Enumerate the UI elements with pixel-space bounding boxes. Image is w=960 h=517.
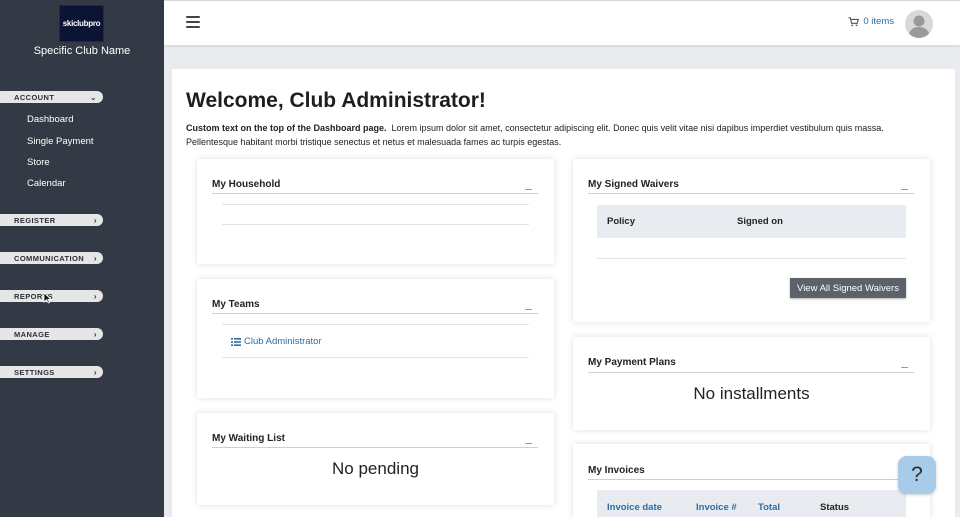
divider: [212, 447, 538, 448]
card-signed-waivers: My Signed Waivers _ Policy Signed on Vie…: [573, 159, 930, 322]
intro-text: Custom text on the top of the Dashboard …: [186, 121, 921, 149]
column-header-total[interactable]: Total: [758, 502, 780, 513]
divider: [222, 224, 529, 225]
column-header-status[interactable]: Status: [820, 502, 849, 513]
chevron-right-icon: ›: [93, 291, 97, 301]
card-payment-plans: My Payment Plans _ No installments: [573, 337, 930, 430]
logo-wordmark: skiclubpro: [62, 19, 101, 28]
card-title: My Teams: [212, 299, 260, 310]
waivers-table-header: Policy Signed on: [597, 205, 906, 238]
shopping-cart-icon: [848, 16, 860, 26]
menu-communication[interactable]: COMMUNICATION ›: [0, 252, 103, 264]
menu-communication-label: COMMUNICATION: [14, 253, 85, 263]
chevron-right-icon: ›: [93, 367, 97, 377]
card-title: My Payment Plans: [588, 357, 676, 368]
sidebar-item-dashboard[interactable]: Dashboard: [27, 114, 73, 125]
page-title: Welcome, Club Administrator!: [186, 89, 486, 112]
list-icon: [231, 337, 241, 346]
divider: [222, 357, 529, 358]
menu-settings[interactable]: SETTINGS ›: [0, 366, 103, 378]
column-header-invoice-date[interactable]: Invoice date: [607, 502, 662, 513]
divider: [597, 258, 906, 259]
column-header-signed-on[interactable]: Signed on: [737, 216, 783, 227]
cart-count: 0 items: [863, 16, 894, 27]
help-button[interactable]: ?: [898, 456, 936, 494]
menu-account[interactable]: ACCOUNT ⌄: [0, 91, 103, 103]
menu-settings-label: SETTINGS: [14, 367, 55, 377]
column-header-invoice-number[interactable]: Invoice #: [696, 502, 737, 513]
card-title: My Signed Waivers: [588, 179, 679, 190]
menu-register-label: REGISTER: [14, 215, 56, 225]
collapse-icon[interactable]: _: [901, 355, 908, 369]
divider: [222, 204, 529, 205]
chevron-right-icon: ›: [93, 329, 97, 339]
collapse-icon[interactable]: _: [901, 177, 908, 191]
collapse-icon[interactable]: _: [525, 431, 532, 445]
card-teams: My Teams _ Club Administrator: [197, 279, 554, 398]
invoices-table-header: Invoice date Invoice # Total Status: [597, 490, 906, 517]
card-title: My Waiting List: [212, 433, 285, 444]
menu-account-label: ACCOUNT: [14, 92, 55, 102]
club-logo[interactable]: skiclubpro: [59, 5, 104, 42]
question-mark-icon: ?: [911, 463, 923, 486]
divider: [222, 324, 529, 325]
collapse-icon[interactable]: _: [525, 297, 532, 311]
chevron-right-icon: ›: [93, 215, 97, 225]
menu-register[interactable]: REGISTER ›: [0, 214, 103, 226]
chevron-down-icon: ⌄: [89, 92, 97, 102]
menu-manage-label: MANAGE: [14, 329, 50, 339]
top-bar: 0 items: [164, 0, 960, 45]
team-link-label: Club Administrator: [244, 336, 322, 347]
column-header-policy[interactable]: Policy: [607, 216, 635, 227]
empty-message: No pending: [332, 459, 419, 478]
chevron-right-icon: ›: [93, 253, 97, 263]
divider: [588, 479, 914, 480]
sidebar-item-store[interactable]: Store: [27, 157, 50, 168]
avatar[interactable]: [905, 10, 933, 38]
hamburger-menu-icon[interactable]: [186, 16, 200, 28]
card-invoices: My Invoices Invoice date Invoice # Total…: [573, 444, 930, 517]
divider: [588, 193, 914, 194]
sidebar: skiclubpro Specific Club Name ACCOUNT ⌄ …: [0, 0, 164, 517]
card-title: My Invoices: [588, 465, 645, 476]
divider: [212, 313, 538, 314]
sidebar-item-single-payment[interactable]: Single Payment: [27, 136, 94, 147]
collapse-icon[interactable]: _: [525, 177, 532, 191]
mouse-cursor-icon: [43, 292, 52, 304]
intro-bold: Custom text on the top of the Dashboard …: [186, 123, 387, 133]
card-title: My Household: [212, 179, 281, 190]
divider: [588, 372, 914, 373]
divider: [212, 193, 538, 194]
club-name: Specific Club Name: [33, 45, 131, 57]
team-link[interactable]: Club Administrator: [231, 336, 322, 347]
sidebar-item-calendar[interactable]: Calendar: [27, 178, 66, 189]
card-waiting-list: My Waiting List _ No pending: [197, 413, 554, 505]
card-household: My Household _: [197, 159, 554, 264]
view-all-waivers-button[interactable]: View All Signed Waivers: [790, 278, 906, 298]
cart-link[interactable]: 0 items: [848, 16, 894, 27]
user-avatar-icon: [908, 15, 930, 38]
menu-manage[interactable]: MANAGE ›: [0, 328, 103, 340]
empty-message: No installments: [693, 384, 810, 403]
